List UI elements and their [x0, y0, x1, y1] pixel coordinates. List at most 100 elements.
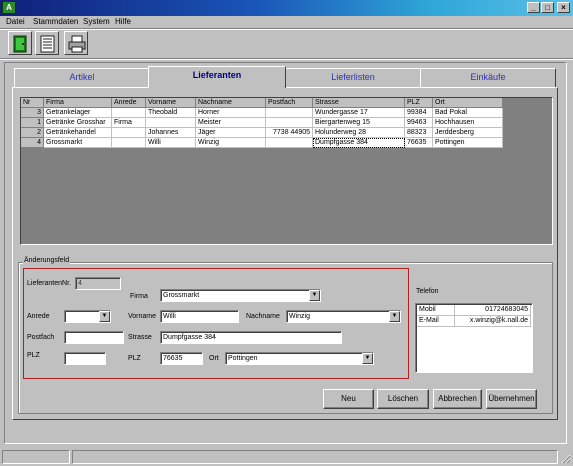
table-cell[interactable]: Wundergasse 17: [313, 108, 405, 118]
firma-select[interactable]: Grossmarkt ▼: [160, 289, 321, 302]
app-icon[interactable]: A: [2, 1, 16, 14]
postfach-label: Postfach: [27, 334, 55, 341]
cancel-button[interactable]: Abbrechen: [433, 389, 482, 409]
table-cell[interactable]: 99384: [405, 108, 433, 118]
table-row-nr[interactable]: 4: [21, 138, 44, 148]
status-panel-1: [2, 450, 70, 464]
plz-left-label: PLZ: [27, 352, 40, 359]
chevron-down-icon[interactable]: ▼: [362, 353, 373, 364]
postfach-field[interactable]: [64, 331, 124, 344]
plz-left-field[interactable]: [64, 352, 106, 365]
table-cell[interactable]: Theobald: [146, 108, 196, 118]
nachname-select[interactable]: Winzig ▼: [286, 310, 401, 323]
table-cell[interactable]: Bad Pokal: [433, 108, 503, 118]
table-cell[interactable]: Getränke Grosshar: [44, 118, 112, 128]
tab-artikel[interactable]: Artikel: [14, 68, 150, 87]
table-cell[interactable]: Hochhausen: [433, 118, 503, 128]
ort-label: Ort: [209, 355, 219, 362]
table-cell[interactable]: Horner: [196, 108, 266, 118]
tab-lieferlisten[interactable]: Lieferlisten: [284, 68, 422, 87]
calculator-form-icon: [40, 35, 55, 53]
table-cell[interactable]: Winzig: [196, 138, 266, 148]
resize-grip-icon[interactable]: [561, 454, 571, 464]
toolbar-bottom-divider: [0, 58, 573, 60]
table-cell[interactable]: 7738 44905: [266, 128, 313, 138]
menu-datei[interactable]: Datei: [6, 17, 25, 26]
table-row-nr[interactable]: 1: [21, 118, 44, 128]
exit-button[interactable]: [8, 31, 32, 55]
menu-system[interactable]: System: [83, 17, 110, 26]
vorname-field[interactable]: Willi: [160, 310, 239, 323]
new-button[interactable]: Neu: [323, 389, 374, 409]
grid-header-plz[interactable]: PLZ: [405, 98, 433, 108]
table-cell[interactable]: [266, 108, 313, 118]
suppliers-grid[interactable]: Nr Firma Anrede Vorname Nachname Postfac…: [20, 97, 553, 245]
table-cell[interactable]: Grossmarkt: [44, 138, 112, 148]
table-cell-selected[interactable]: Dumpfgasse 384: [313, 138, 405, 148]
table-cell[interactable]: 99463: [405, 118, 433, 128]
grid-header-postfach[interactable]: Postfach: [266, 98, 313, 108]
table-row-nr[interactable]: 2: [21, 128, 44, 138]
tab-lieferanten[interactable]: Lieferanten: [148, 66, 286, 88]
maximize-button[interactable]: □: [541, 2, 554, 13]
strasse-label: Strasse: [128, 334, 152, 341]
tab-einkaeufe[interactable]: Einkäufe: [420, 68, 556, 87]
table-cell[interactable]: Getrankelager: [44, 108, 112, 118]
delete-button[interactable]: Löschen: [377, 389, 429, 409]
grid-header-firma[interactable]: Firma: [44, 98, 112, 108]
anrede-select[interactable]: ▼: [64, 310, 111, 323]
ort-select[interactable]: Pottingen ▼: [225, 352, 374, 365]
grid-header-vorname[interactable]: Vorname: [146, 98, 196, 108]
list-item-value[interactable]: x.winzig@k.nall.de: [455, 316, 531, 327]
table-cell[interactable]: Getränkehandel: [44, 128, 112, 138]
telefon-label: Telefon: [416, 288, 439, 295]
chevron-down-icon[interactable]: ▼: [389, 311, 400, 322]
apply-button[interactable]: Übernehmen: [486, 389, 537, 409]
table-cell[interactable]: Jerddesberg: [433, 128, 503, 138]
lieferanten-nr-field: 4: [75, 277, 121, 290]
table-cell[interactable]: 88323: [405, 128, 433, 138]
menu-stammdaten[interactable]: Stammdaten: [33, 17, 78, 26]
exit-door-icon: [13, 35, 27, 53]
lieferanten-nr-label: LieferantenNr.: [27, 280, 71, 287]
table-cell[interactable]: Meister: [196, 118, 266, 128]
grid-header-strasse[interactable]: Strasse: [313, 98, 405, 108]
print-button[interactable]: [64, 31, 88, 55]
table-cell[interactable]: [266, 138, 313, 148]
vorname-label: Vorname: [128, 313, 157, 320]
chevron-down-icon[interactable]: ▼: [309, 290, 320, 301]
table-cell[interactable]: Firma: [112, 118, 146, 128]
printer-icon: [68, 35, 86, 53]
table-cell[interactable]: 76635: [405, 138, 433, 148]
table-cell[interactable]: Pottingen: [433, 138, 503, 148]
grid-header-anrede[interactable]: Anrede: [112, 98, 146, 108]
minimize-button[interactable]: _: [527, 2, 540, 13]
table-cell[interactable]: Johannes: [146, 128, 196, 138]
table-cell[interactable]: [266, 118, 313, 128]
table-cell[interactable]: [112, 108, 146, 118]
ort-value: Pottingen: [228, 355, 258, 362]
table-cell[interactable]: Biergartenweg 15: [313, 118, 405, 128]
list-item-type[interactable]: E-Mail: [417, 316, 455, 327]
list-item-value[interactable]: 01724683045: [455, 305, 531, 316]
chevron-down-icon[interactable]: ▼: [99, 311, 110, 322]
application-window: A _ □ × Datei Stammdaten System Hilfe Ar…: [0, 0, 573, 466]
title-bar[interactable]: A _ □ ×: [0, 0, 573, 16]
table-cell[interactable]: [112, 138, 146, 148]
table-row-nr[interactable]: 3: [21, 108, 44, 118]
menu-hilfe[interactable]: Hilfe: [115, 17, 131, 26]
grid-header-nachname[interactable]: Nachname: [196, 98, 266, 108]
close-button[interactable]: ×: [557, 2, 570, 13]
plz-field[interactable]: 76635: [160, 352, 203, 365]
list-item-type[interactable]: Mobil: [417, 305, 455, 316]
table-cell[interactable]: Holunderweg 28: [313, 128, 405, 138]
table-cell[interactable]: [146, 118, 196, 128]
grid-header-ort[interactable]: Ort: [433, 98, 503, 108]
table-cell[interactable]: Jäger: [196, 128, 266, 138]
telefon-list[interactable]: Mobil 01724683045 E-Mail x.winzig@k.nall…: [415, 303, 533, 373]
table-cell[interactable]: Willi: [146, 138, 196, 148]
table-cell[interactable]: [112, 128, 146, 138]
form-button[interactable]: [35, 31, 59, 55]
strasse-field[interactable]: Dumpfgasse 384: [160, 331, 342, 344]
grid-header-nr[interactable]: Nr: [21, 98, 44, 108]
